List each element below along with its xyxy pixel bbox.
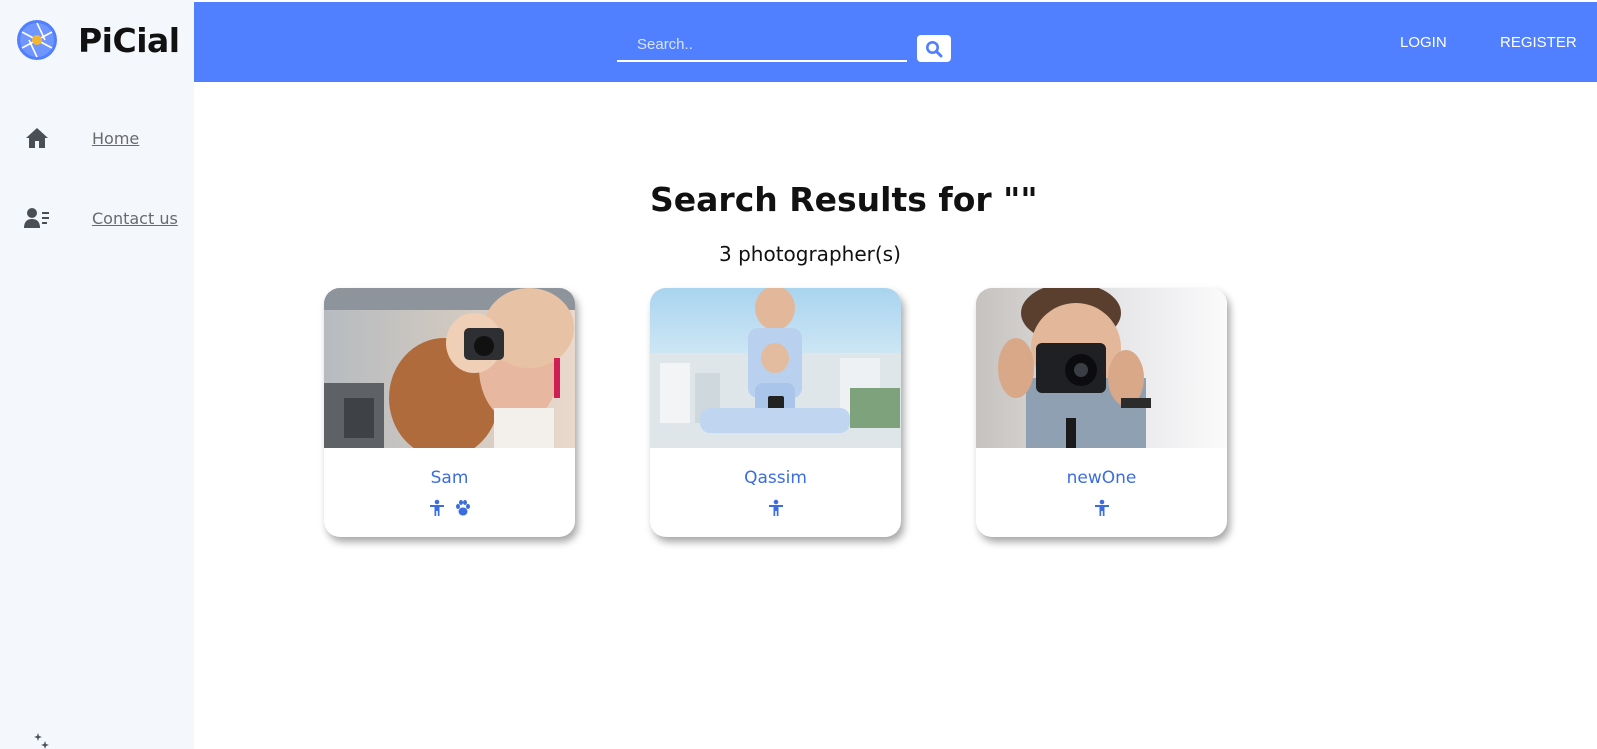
person-icon [1094,499,1109,516]
page-title: Search Results for "" [650,180,1038,219]
photographer-card-newone[interactable]: newOne [976,288,1227,537]
photographer-photo [976,288,1227,448]
search-button[interactable] [917,35,951,62]
register-link[interactable]: REGISTER [1500,34,1577,51]
photographer-photo [324,288,575,448]
sidebar-item-label[interactable]: Home [92,129,139,148]
search-input[interactable] [617,28,907,62]
brand-name: PiCial [78,20,180,60]
person-icon [768,499,783,516]
sidebar-item-label[interactable]: Contact us [92,209,178,228]
login-link[interactable]: LOGIN [1400,34,1447,51]
sidebar-item-home[interactable]: Home [24,125,139,151]
photographer-card-sam[interactable]: Sam [324,288,575,537]
photographer-card-qassim[interactable]: Qassim [650,288,901,537]
photographer-name[interactable]: Sam [324,468,575,488]
person-icon [429,499,444,516]
brand[interactable]: PiCial [16,19,180,61]
sidebar: PiCial Home Contact us [0,0,194,749]
search-box [617,28,907,64]
paw-icon [455,500,470,516]
photographer-photo [650,288,901,448]
home-icon [24,125,50,151]
sparkle-icon [34,733,49,749]
contact-list-icon [24,205,50,231]
aperture-logo-icon [17,20,57,60]
category-tags [976,499,1227,517]
photographer-name[interactable]: newOne [976,468,1227,488]
photographer-name[interactable]: Qassim [650,468,901,488]
search-icon [926,40,943,57]
results-count: 3 photographer(s) [719,242,901,266]
sidebar-item-contact[interactable]: Contact us [24,205,178,231]
category-tags [650,499,901,517]
top-header: LOGIN REGISTER [194,2,1597,82]
category-tags [324,499,575,517]
